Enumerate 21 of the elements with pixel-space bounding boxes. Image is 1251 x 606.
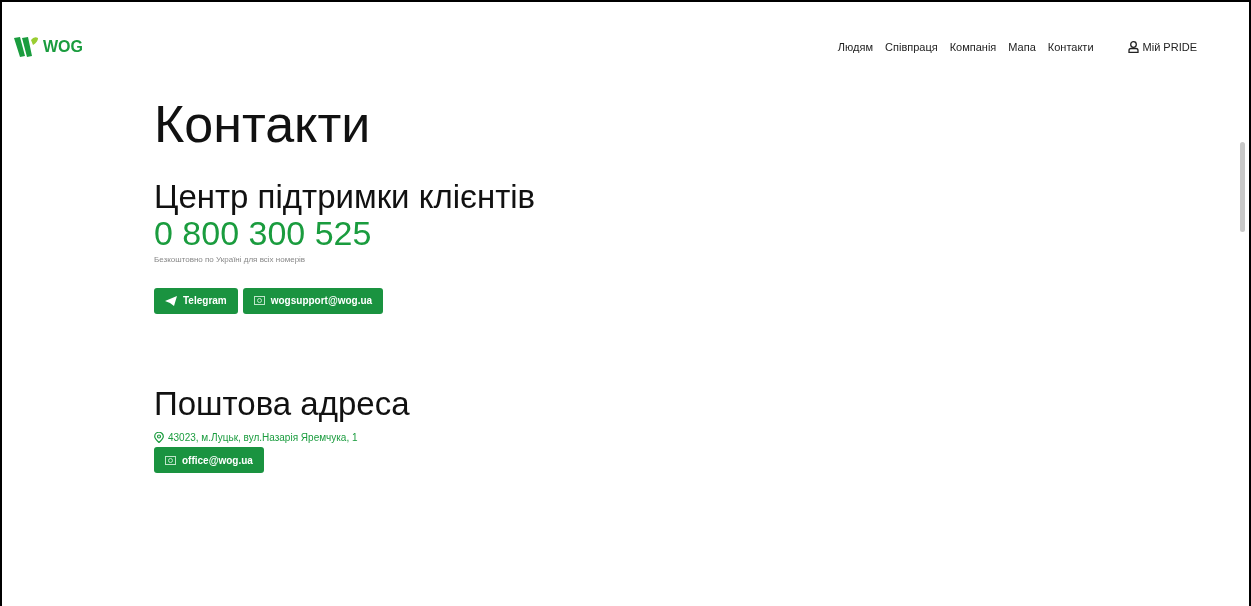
section-heading: Поштова адреса <box>154 385 411 423</box>
location-pin-icon <box>154 432 164 444</box>
logo-icon <box>14 36 40 58</box>
nav-link[interactable]: Співпраця <box>885 41 938 53</box>
email-button[interactable]: office@wog.ua <box>154 447 264 474</box>
phone-number[interactable]: 0 800 300 525 <box>154 215 1249 253</box>
phone-note: Безкоштовно по Україні для всіх номерів <box>154 254 307 264</box>
paper-plane-icon <box>165 295 177 306</box>
account-link[interactable]: Мій PRIDE <box>1127 41 1197 53</box>
section-heading: Центр підтримки клієнтів <box>154 179 537 216</box>
postal-address: 43023, м.Луцьк, вул.Назарія Яремчука, 1 <box>168 432 358 444</box>
page-title: Контакти <box>154 96 372 154</box>
telegram-button[interactable]: Telegram <box>154 287 238 314</box>
user-icon <box>1127 41 1139 53</box>
scrollbar-thumb[interactable] <box>1240 142 1245 232</box>
nav-link[interactable]: Мапа <box>1008 41 1036 53</box>
email-button[interactable]: wogsupport@wog.ua <box>242 287 384 314</box>
nav-link[interactable]: Людям <box>837 41 874 53</box>
nav-link[interactable]: Контакти <box>1047 41 1094 53</box>
logo-text[interactable]: WOG <box>43 38 83 56</box>
nav-link[interactable]: Компанія <box>949 41 997 53</box>
